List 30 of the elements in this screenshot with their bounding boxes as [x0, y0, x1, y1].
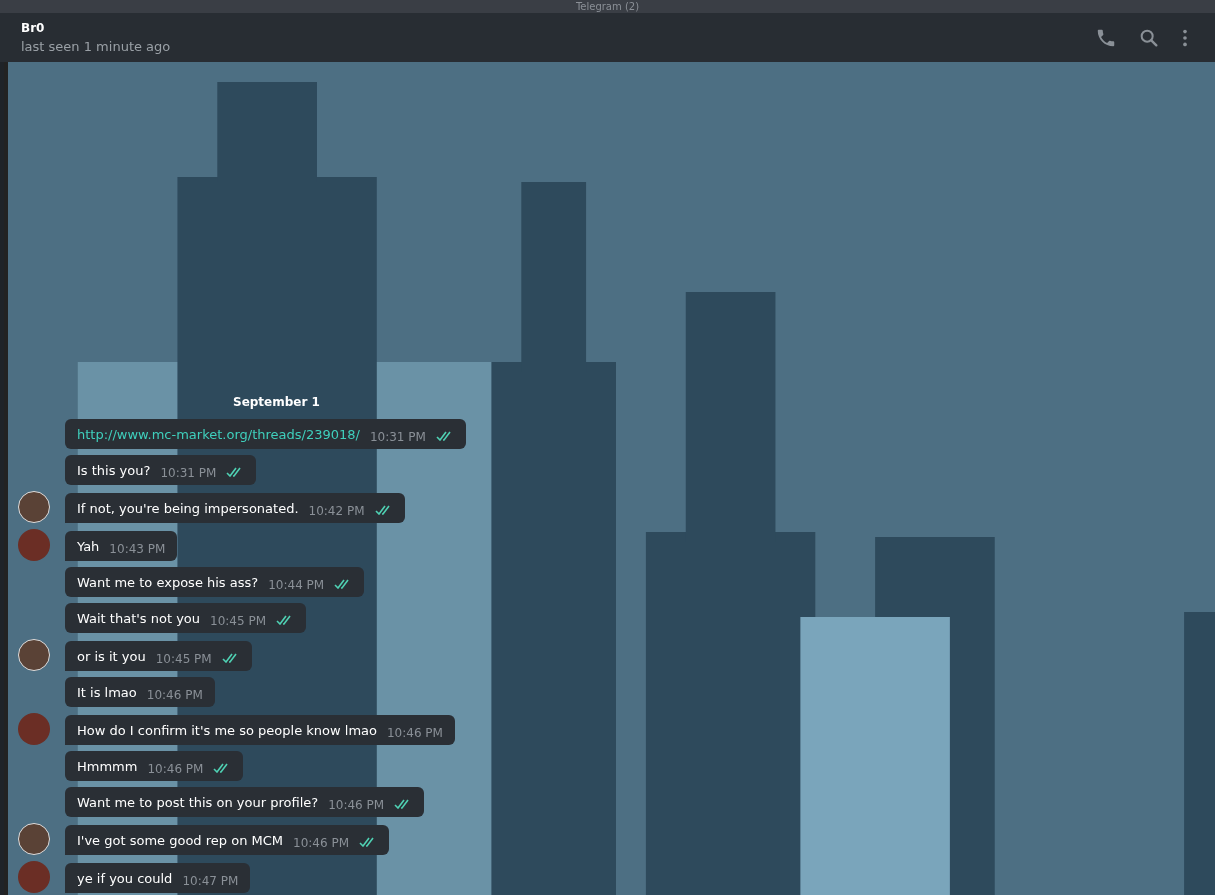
message-text: Want me to expose his ass? — [77, 575, 259, 590]
message-time: 10:31 PM — [369, 430, 426, 444]
message-time: 10:46 PM — [147, 762, 204, 776]
message-text: ye if you could — [77, 871, 173, 886]
message-link[interactable]: http://www.mc-market.org/threads/239018/ — [77, 427, 360, 442]
contact-name: Br0 — [21, 21, 46, 35]
message-text: How do I confirm it's me so people know lmao — [77, 723, 377, 738]
message-time: 10:47 PM — [182, 874, 239, 888]
message-time: 10:42 PM — [308, 504, 365, 518]
message-text: If not, you're being impersonated. — [77, 501, 299, 516]
message-text: Is this you? — [77, 463, 151, 478]
message-time: 10:46 PM — [146, 688, 203, 702]
message-time: 10:44 PM — [268, 578, 325, 592]
message-time: 10:45 PM — [210, 614, 267, 628]
message-text: I've got some good rep on MCM — [77, 833, 283, 848]
message-text: It is lmao — [77, 685, 137, 700]
message-time: 10:43 PM — [109, 542, 166, 556]
last-seen-status: last seen 1 minute ago — [21, 39, 171, 54]
message-time: 10:46 PM — [328, 798, 385, 812]
message-time: 10:46 PM — [293, 836, 349, 850]
message-time: 10:31 PM — [160, 466, 217, 480]
message-text: or is it you — [77, 649, 146, 664]
message-text: Hmmmm — [77, 759, 138, 774]
message-time: 10:45 PM — [155, 652, 212, 666]
message-text: Yah — [77, 539, 100, 554]
window-title: Telegram (2) — [575, 0, 640, 13]
message-text: Wait that's not you — [77, 611, 201, 626]
message-text: Want me to post this on your profile? — [77, 795, 319, 810]
date-label: September 1 — [233, 395, 320, 409]
message-time: 10:46 PM — [386, 726, 443, 740]
